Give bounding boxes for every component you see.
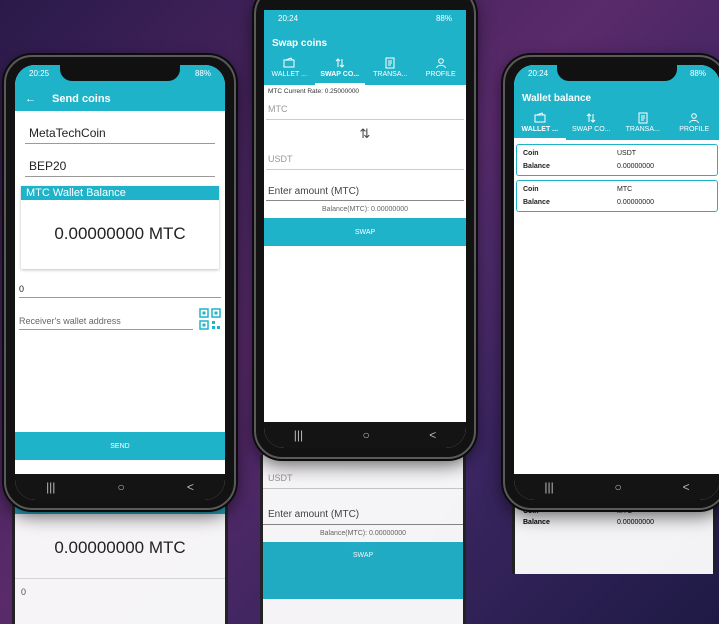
reflection-balance: 0.00000000 — [617, 519, 654, 526]
recents-icon[interactable]: ||| — [544, 480, 553, 494]
phone-send-coins: 20:25 88% ← Send coins MetaTechCoin BEP20… — [4, 55, 236, 510]
home-icon[interactable]: ○ — [615, 480, 622, 494]
back-icon[interactable]: < — [683, 480, 690, 494]
balance-card-usdt[interactable]: Coin USDT Balance 0.00000000 — [516, 144, 718, 176]
home-icon[interactable]: ○ — [118, 480, 125, 494]
balance-header: MTC Wallet Balance — [21, 186, 219, 200]
from-coin-value: MTC — [268, 104, 288, 114]
status-time: 20:25 — [29, 69, 50, 78]
tab-label: PROFILE — [679, 126, 710, 133]
tab-label: TRANSA... — [625, 126, 660, 133]
tab-label: TRANSA... — [373, 71, 408, 78]
status-time: 20:24 — [528, 69, 549, 78]
app-bar: ← Send coins — [15, 87, 225, 111]
user-icon — [689, 113, 700, 124]
receipt-icon — [385, 57, 395, 69]
to-coin-select[interactable]: USDT — [266, 146, 464, 170]
user-icon — [435, 58, 446, 69]
status-battery: 88% — [194, 69, 211, 78]
page-title: Swap coins — [272, 38, 328, 49]
reflection-to-coin: USDT — [263, 455, 463, 489]
middle-phone-reflection: USDT Enter amount (MTC) Balance(MTC): 0.… — [260, 455, 466, 624]
swap-icon — [586, 113, 596, 123]
nav-bar: ||| ○ < — [15, 474, 225, 500]
tab-swap[interactable]: SWAP CO... — [314, 53, 365, 85]
receipt-icon — [638, 112, 648, 124]
back-icon[interactable]: < — [429, 428, 436, 442]
coin-value: MetaTechCoin — [29, 126, 106, 140]
swap-button[interactable]: SWAP — [264, 218, 466, 246]
status-bar: 20:24 88% — [264, 10, 466, 32]
tab-transactions[interactable]: TRANSA... — [365, 53, 416, 85]
current-rate: MTC Current Rate: 0.25000000 — [268, 88, 360, 95]
swap-balance: Balance(MTC): 0.00000000 — [322, 206, 408, 213]
balance-label: Balance — [523, 199, 550, 206]
phone-wallet-balance: 20:24 88% Wallet balance WALLET ... SWAP … — [503, 55, 719, 510]
coin-value: MTC — [617, 186, 633, 193]
tab-transactions[interactable]: TRANSA... — [617, 108, 669, 140]
swap-direction-icon[interactable]: ⇅ — [264, 120, 466, 146]
qr-code-icon[interactable] — [199, 308, 221, 330]
tab-label: WALLET ... — [521, 126, 559, 133]
page-title: Wallet balance — [522, 93, 592, 104]
left-phone-reflection: 0.00000000 MTC 0 — [12, 502, 228, 624]
page-title: Send coins — [52, 93, 111, 105]
recents-icon[interactable]: ||| — [294, 428, 303, 442]
from-coin-select[interactable]: MTC — [266, 98, 464, 120]
notch — [557, 65, 677, 81]
nav-bar: ||| ○ < — [264, 422, 466, 448]
swap-amount-input[interactable]: Enter amount (MTC) — [266, 170, 464, 201]
balance-card: MTC Wallet Balance 0.00000000 MTC — [21, 186, 219, 269]
coin-field[interactable]: MetaTechCoin — [25, 122, 215, 144]
reflection-swap: SWAP — [263, 542, 463, 599]
swap-amount-placeholder: Enter amount (MTC) — [268, 186, 360, 197]
coin-label: Coin — [523, 186, 539, 193]
tab-bar: WALLET ... SWAP CO... TRANSA... PROFILE — [514, 108, 719, 140]
amount-value: 0 — [19, 284, 25, 294]
tab-label: PROFILE — [425, 71, 456, 78]
network-field[interactable]: BEP20 — [25, 155, 215, 177]
balance-card-mtc[interactable]: Coin MTC Balance 0.00000000 — [516, 180, 718, 212]
reflection-balance-label: Balance — [523, 519, 550, 526]
tab-swap[interactable]: SWAP CO... — [566, 108, 618, 140]
status-time: 20:24 — [278, 14, 299, 23]
wallet-icon — [283, 57, 295, 68]
nav-bar: ||| ○ < — [514, 474, 719, 500]
wallet-icon — [534, 112, 546, 123]
reflection-balance: 0.00000000 MTC — [54, 538, 186, 557]
tab-profile[interactable]: PROFILE — [669, 108, 719, 140]
home-icon[interactable]: ○ — [363, 428, 370, 442]
tab-profile[interactable]: PROFILE — [416, 53, 467, 85]
tab-label: WALLET ... — [271, 71, 307, 78]
balance-value: 0.00000000 — [617, 163, 654, 170]
phone-swap-coins: 20:24 88% Swap coins WALLET ... SWAP CO..… — [254, 0, 476, 459]
balance-label: Balance — [523, 163, 550, 170]
tab-bar: WALLET ... SWAP CO... TRANSA... PROFILE — [264, 53, 466, 85]
reflection-amount-placeholder: Enter amount (MTC) — [263, 489, 463, 525]
balance-amount: 0.00000000 MTC — [54, 224, 186, 243]
to-coin-value: USDT — [268, 154, 293, 164]
network-value: BEP20 — [29, 159, 67, 173]
reflection-balance: Balance(MTC): 0.00000000 — [320, 530, 406, 537]
receiver-address-placeholder: Receiver's wallet address — [19, 316, 121, 326]
tab-label: SWAP CO... — [320, 71, 360, 78]
balance-value: 0.00000000 — [617, 199, 654, 206]
tab-wallet[interactable]: WALLET ... — [514, 108, 566, 140]
right-phone-reflection: Coin MTC Balance 0.00000000 — [512, 504, 716, 574]
tab-label: SWAP CO... — [571, 126, 611, 133]
back-icon[interactable]: < — [187, 480, 194, 494]
status-battery: 88% — [435, 14, 452, 23]
reflection-amount: 0 — [21, 587, 27, 597]
back-arrow-icon[interactable]: ← — [25, 93, 36, 105]
notch — [60, 65, 180, 81]
coin-value: USDT — [617, 150, 637, 157]
recents-icon[interactable]: ||| — [46, 480, 55, 494]
tab-wallet[interactable]: WALLET ... — [264, 53, 315, 85]
status-battery: 88% — [689, 69, 706, 78]
swap-icon — [335, 58, 345, 68]
receiver-address-input[interactable]: Receiver's wallet address — [19, 313, 193, 330]
send-button[interactable]: SEND — [15, 432, 225, 460]
amount-input[interactable]: 0 — [19, 281, 221, 298]
coin-label: Coin — [523, 150, 539, 157]
